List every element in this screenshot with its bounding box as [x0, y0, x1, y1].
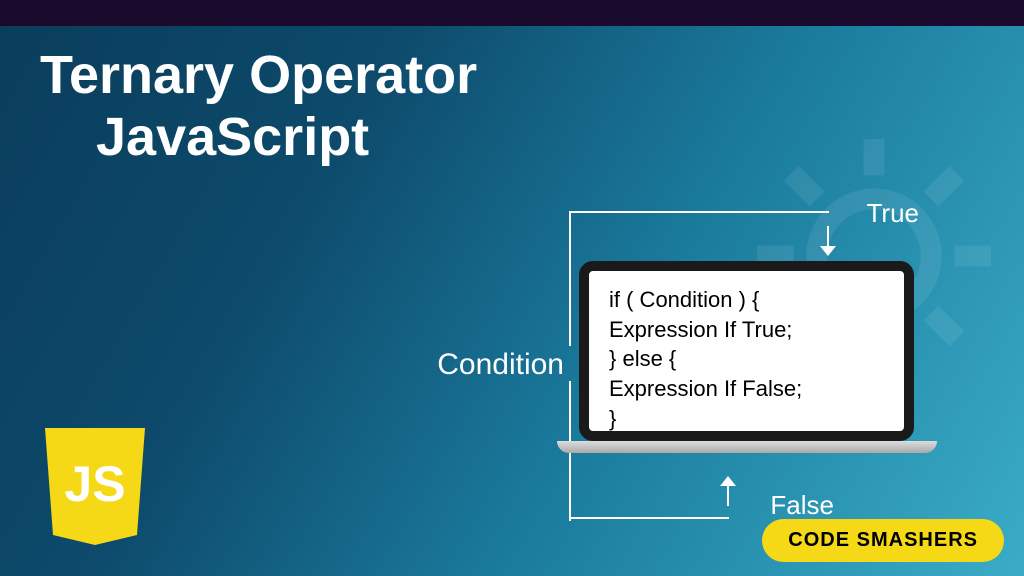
code-line: } [609, 404, 884, 434]
laptop-base [557, 441, 937, 453]
condition-label: Condition [437, 348, 564, 382]
code-snippet: if ( Condition ) { Expression If True; }… [609, 285, 884, 433]
title-line-2: JavaScript [40, 106, 477, 168]
code-line: } else { [609, 344, 884, 374]
connector-line [569, 211, 571, 346]
js-logo-icon: JS [40, 423, 150, 548]
laptop-illustration: if ( Condition ) { Expression If True; }… [579, 261, 914, 453]
svg-text:JS: JS [64, 456, 125, 512]
laptop-screen: if ( Condition ) { Expression If True; }… [579, 261, 914, 441]
connector-line [569, 517, 729, 519]
main-content: Ternary Operator JavaScript JS Condition… [0, 26, 1024, 576]
brand-badge: CODE SMASHERS [762, 519, 1004, 562]
page-title: Ternary Operator JavaScript [40, 44, 477, 168]
code-line: Expression If False; [609, 374, 884, 404]
top-bar [0, 0, 1024, 26]
connector-line [569, 211, 829, 213]
title-line-1: Ternary Operator [40, 44, 477, 106]
code-line: if ( Condition ) { [609, 285, 884, 315]
arrow-down-icon [818, 226, 838, 258]
arrow-up-icon [718, 474, 738, 506]
code-line: Expression If True; [609, 315, 884, 345]
true-label: True [867, 198, 920, 229]
false-label: False [770, 490, 834, 521]
